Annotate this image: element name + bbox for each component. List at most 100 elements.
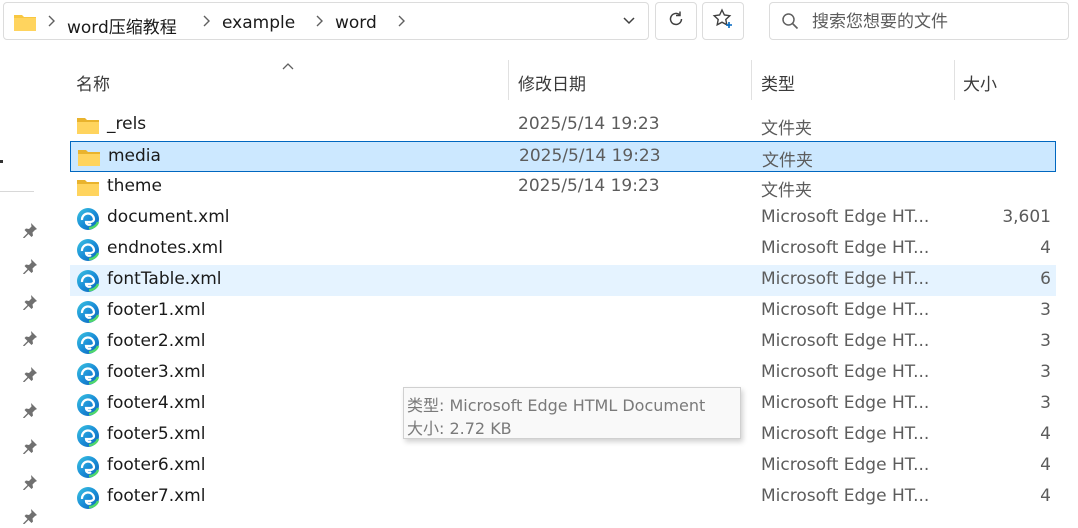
file-size: 3 <box>1040 393 1051 413</box>
tooltip-size-line: 大小: 2.72 KB <box>407 419 512 438</box>
file-row[interactable]: footer7.xml Microsoft Edge HT... 4 <box>70 482 1056 513</box>
file-row[interactable]: footer1.xml Microsoft Edge HT... 3 <box>70 296 1056 327</box>
file-row[interactable]: theme 2025/5/14 19:23 文件夹 <box>70 172 1056 203</box>
file-name: footer4.xml <box>107 393 206 413</box>
file-size: 3 <box>1040 362 1051 382</box>
file-date: 2025/5/14 19:23 <box>518 176 660 196</box>
column-divider[interactable] <box>508 60 509 100</box>
file-type: Microsoft Edge HT... <box>761 207 930 227</box>
file-row[interactable]: footer2.xml Microsoft Edge HT... 3 <box>70 327 1056 358</box>
search-box[interactable] <box>769 2 1069 40</box>
breadcrumb-item[interactable]: word压缩教程 <box>67 13 177 38</box>
folder-icon <box>13 12 37 36</box>
file-size: 6 <box>1040 269 1051 289</box>
chevron-right-icon[interactable] <box>201 14 211 32</box>
file-name: theme <box>107 176 162 196</box>
edge-icon <box>76 207 100 230</box>
address-bar[interactable]: word压缩教程 example word <box>3 2 649 40</box>
search-input[interactable] <box>810 9 1064 35</box>
chevron-right-icon[interactable] <box>314 14 324 32</box>
folder-icon <box>76 114 100 136</box>
pin-icon[interactable] <box>22 366 38 386</box>
file-size: 4 <box>1040 455 1051 475</box>
file-name: footer3.xml <box>107 362 206 382</box>
pin-icon[interactable] <box>22 474 38 494</box>
edge-icon <box>76 362 100 385</box>
top-bar: word压缩教程 example word <box>0 0 1078 46</box>
file-size: 3,601 <box>1002 207 1051 227</box>
file-type: 文件夹 <box>761 119 812 139</box>
refresh-icon <box>666 9 686 33</box>
nav-divider <box>0 191 34 192</box>
file-date: 2025/5/14 19:23 <box>518 114 660 134</box>
file-row[interactable]: media 2025/5/14 19:23 文件夹 <box>70 141 1056 172</box>
file-row[interactable]: document.xml Microsoft Edge HT... 3,601 <box>70 203 1056 234</box>
file-row[interactable]: footer3.xml Microsoft Edge HT... 3 <box>70 358 1056 389</box>
nav-marker <box>0 160 3 163</box>
column-header-size[interactable]: 大小 <box>963 70 997 95</box>
file-name: document.xml <box>107 207 230 227</box>
folder-icon <box>76 176 100 198</box>
pin-icon[interactable] <box>22 508 38 528</box>
file-size: 3 <box>1040 331 1051 351</box>
file-type: Microsoft Edge HT... <box>761 455 930 475</box>
star-add-icon <box>712 8 734 34</box>
sort-ascending-icon[interactable] <box>281 56 295 75</box>
file-size: 4 <box>1040 238 1051 258</box>
file-size: 4 <box>1040 424 1051 444</box>
column-divider[interactable] <box>954 60 955 100</box>
file-name: footer7.xml <box>107 486 206 506</box>
chevron-down-icon[interactable] <box>622 13 636 33</box>
file-type: Microsoft Edge HT... <box>761 331 930 351</box>
file-type: Microsoft Edge HT... <box>761 424 930 444</box>
column-header-row: 名称 修改日期 类型 大小 <box>48 46 1078 116</box>
tooltip-type-line: 类型: Microsoft Edge HTML Document <box>407 396 706 415</box>
file-row[interactable]: _rels 2025/5/14 19:23 文件夹 <box>70 110 1056 141</box>
file-row[interactable]: footer6.xml Microsoft Edge HT... 4 <box>70 451 1056 482</box>
file-tooltip: 类型: Microsoft Edge HTML Document 大小: 2.7… <box>403 387 741 439</box>
file-size: 3 <box>1040 300 1051 320</box>
favorite-button[interactable] <box>702 2 744 40</box>
column-header-date[interactable]: 修改日期 <box>518 70 586 95</box>
pin-icon[interactable] <box>22 402 38 422</box>
search-icon <box>781 12 799 34</box>
pin-icon[interactable] <box>22 294 38 314</box>
file-size: 4 <box>1040 486 1051 506</box>
file-row[interactable]: fontTable.xml Microsoft Edge HT... 6 <box>70 265 1056 296</box>
folder-icon <box>77 146 101 168</box>
file-type: Microsoft Edge HT... <box>761 486 930 506</box>
edge-icon <box>76 455 100 478</box>
column-header-type[interactable]: 类型 <box>761 70 795 95</box>
file-name: fontTable.xml <box>107 269 222 289</box>
pin-icon[interactable] <box>22 330 38 350</box>
file-name: endnotes.xml <box>107 238 223 258</box>
chevron-right-icon[interactable] <box>396 14 406 32</box>
file-name: media <box>108 146 161 166</box>
edge-icon <box>76 269 100 292</box>
file-type: Microsoft Edge HT... <box>761 393 930 413</box>
edge-icon <box>76 486 100 509</box>
edge-icon <box>76 424 100 447</box>
pin-icon[interactable] <box>22 222 38 242</box>
file-row[interactable]: endnotes.xml Microsoft Edge HT... 4 <box>70 234 1056 265</box>
pin-icon[interactable] <box>22 258 38 278</box>
file-name: footer2.xml <box>107 331 206 351</box>
file-name: footer1.xml <box>107 300 206 320</box>
scrollbar-track[interactable] <box>1056 62 1078 517</box>
column-header-name[interactable]: 名称 <box>76 70 110 95</box>
column-divider[interactable] <box>751 60 752 100</box>
file-list: 名称 修改日期 类型 大小 _rels 2025/5/14 19:23 文件夹 med… <box>48 46 1078 517</box>
file-type: Microsoft Edge HT... <box>761 269 930 289</box>
edge-icon <box>76 331 100 354</box>
breadcrumb-item[interactable]: word <box>335 13 377 33</box>
file-type: 文件夹 <box>762 151 813 171</box>
file-name: footer6.xml <box>107 455 206 475</box>
breadcrumb-item[interactable]: example <box>222 13 295 33</box>
edge-icon <box>76 300 100 323</box>
navigation-pane <box>0 46 47 525</box>
file-type: 文件夹 <box>761 181 812 201</box>
file-name: footer5.xml <box>107 424 206 444</box>
pin-icon[interactable] <box>22 438 38 458</box>
chevron-right-icon[interactable] <box>46 14 56 32</box>
refresh-button[interactable] <box>655 2 697 40</box>
